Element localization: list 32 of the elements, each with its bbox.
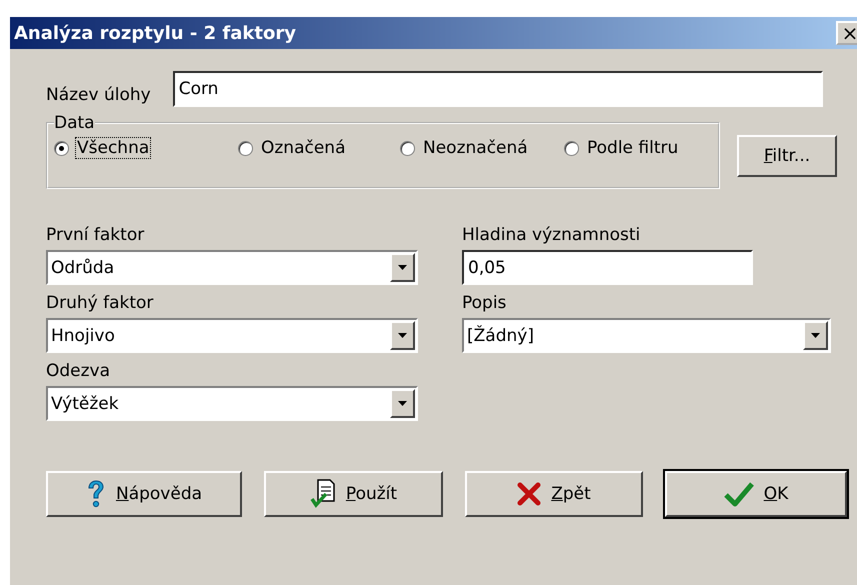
radio-option[interactable]: Neoznačená [400, 137, 564, 159]
filter-button[interactable]: Filtr... [737, 135, 837, 177]
dialog-button[interactable]: Zpět [465, 471, 643, 517]
window-title: Analýza rozptylu - 2 faktory [14, 22, 296, 44]
dialog-button[interactable]: Nápověda [46, 471, 242, 517]
field-label: Odezva [46, 361, 112, 381]
question-mark-icon [86, 480, 106, 508]
dropdown-field[interactable]: [Žádný] [462, 318, 831, 353]
field-label: Hladina významnosti [462, 225, 642, 245]
dialog-button[interactable]: Použít [264, 471, 443, 517]
x-icon [517, 482, 542, 506]
field-label: První faktor [46, 225, 146, 245]
dropdown-arrow-icon [398, 401, 407, 406]
field-label: Název úlohy [46, 85, 151, 107]
task-name-field[interactable]: Corn [172, 71, 823, 107]
dropdown-arrow-icon [398, 333, 407, 338]
field-label: Popis [462, 293, 508, 313]
dropdown-arrow-icon [398, 265, 407, 270]
radio-option[interactable]: Podle filtru [564, 137, 680, 159]
dropdown-arrow-icon [811, 333, 820, 338]
field-label: Druhý faktor [46, 293, 154, 313]
group-label: Data [54, 113, 95, 133]
document-check-icon [310, 479, 336, 509]
close-button[interactable]: × [836, 21, 857, 45]
radio-option[interactable]: Označená [238, 137, 400, 159]
checkmark-icon [724, 481, 754, 507]
dropdown-field[interactable]: Odrůda [46, 250, 418, 285]
significance-field[interactable]: 0,05 [462, 250, 753, 285]
dropdown-field[interactable]: Výtěžek [46, 386, 418, 421]
dialog-button[interactable]: OK [665, 471, 847, 517]
radio-option[interactable]: Všechna [54, 137, 238, 159]
dropdown-field[interactable]: Hnojivo [46, 318, 418, 353]
